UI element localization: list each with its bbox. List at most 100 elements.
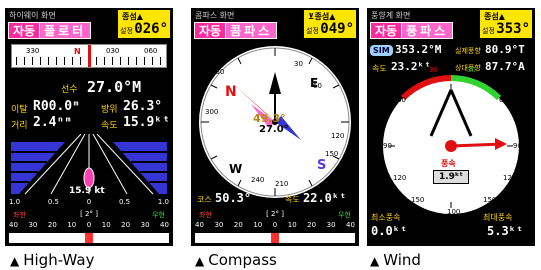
dial-tick: 150 (325, 150, 339, 158)
rudder-labels: 좌현 [ 2° ] 우현 (5, 210, 173, 220)
speed-value: 22.0ᵏᵗ (303, 191, 347, 205)
rudder-pointer (271, 233, 279, 243)
lane-scale-tick: 0 (86, 198, 92, 206)
needle-value-secondary: 27.0° (259, 124, 289, 135)
cardinal-s: S (317, 158, 327, 173)
rudder-angle: [ 2° ] (266, 210, 284, 218)
boat-icon (83, 167, 95, 189)
heading-value: 27.0°M (87, 78, 142, 96)
tape-tick-2: 030 (106, 47, 120, 55)
rudder-tick: 10 (101, 221, 111, 229)
set-value: 353° (496, 21, 530, 37)
lane-scale-tick: 1.0 (157, 198, 169, 206)
mode-tag: 자동 (371, 23, 403, 38)
mode-indicator[interactable]: 자동 콤파스 (194, 22, 278, 39)
real-dir-label: 실제풍향 (455, 47, 481, 55)
min-wind-label: 최소풍속 (371, 213, 401, 222)
rudder-tick: 30 (140, 221, 150, 229)
mode-indicator[interactable]: 자동 플로터 (8, 22, 92, 39)
rudder-tick: 30 (214, 221, 224, 229)
rudder-pointer (85, 233, 93, 243)
rudder-tick: 0 (272, 221, 278, 229)
wind-dial-tick: 30 (429, 66, 438, 74)
range-label: 거리 (11, 121, 28, 131)
lane-scale-tick: 0.5 (47, 198, 60, 206)
rudder-tick: 20 (47, 221, 57, 229)
set-label: 설정 (306, 27, 319, 35)
wind-dial-tick: 100 (447, 208, 461, 216)
sim-badge: SIM (370, 45, 393, 56)
bearing-label: 방위 (101, 105, 118, 115)
wind-dial-tick: 90 (383, 142, 392, 150)
wind-speed-value: 1.9ᵏᵗ (433, 170, 469, 184)
rudder-labels: 좌현 [ 2° ] 우현 (191, 210, 359, 220)
rudder-tick: 0 (86, 221, 92, 229)
caption-compass: ▲ Compass (195, 251, 277, 269)
triangle-icon: ▲ (10, 254, 20, 268)
rudder-tick: 20 (121, 221, 131, 229)
mode-tag: 자동 (195, 23, 227, 38)
caption-highway: ▲ High-Way (10, 251, 94, 269)
mode-indicator[interactable]: 자동 풍파스 (370, 22, 454, 39)
caption-compass-text: Compass (208, 251, 277, 269)
set-heading-box[interactable]: 종섬▲ 설정 353° (480, 10, 532, 38)
rudder-tick: 10 (253, 221, 263, 229)
wind-dial-tick: 120 (393, 174, 407, 182)
course-value: 50.3° (215, 191, 252, 205)
set-label: 설정 (120, 27, 133, 35)
tape-tick-n: N (74, 47, 81, 56)
speed-label: 속도 (285, 195, 300, 204)
wind-dial-tick: 60 (499, 96, 508, 104)
triangle-icon: ▲ (370, 254, 380, 268)
caption-wind: ▲ Wind (370, 251, 421, 269)
set-label: 설정 (482, 27, 495, 35)
screen-title: 풍향계 화면 (371, 11, 411, 20)
rel-dir-value: 87.7°A (485, 60, 525, 73)
wind-dial-tick: 90 (513, 142, 522, 150)
set-heading-box[interactable]: ⊻종섬▲ 설정 049° (304, 10, 356, 38)
dial-tick: 300 (205, 108, 219, 116)
set-value: 026° (134, 21, 168, 37)
max-wind-label: 최대풍속 (483, 213, 513, 222)
lane-scale: 1.0 0.5 0 0.5 1.0 (9, 198, 169, 206)
heading-label: 선수 (61, 85, 78, 95)
dial-tick: 240 (251, 176, 265, 184)
lane-scale-tick: 1.0 (9, 198, 21, 206)
rudder-tick: 40 (346, 221, 355, 229)
triangle-icon: ▲ (195, 254, 205, 268)
rudder-tick: 40 (9, 221, 18, 229)
rudder-scale: 40 30 20 10 0 10 20 30 40 (9, 221, 169, 231)
real-dir-value: 80.9°T (485, 43, 525, 56)
dial-tick: 210 (275, 180, 289, 188)
tape-marker (88, 45, 91, 67)
starboard-label: 우현 (152, 211, 165, 219)
right-lane-stripes (113, 142, 167, 194)
speed-label: 속도 (372, 64, 387, 73)
dial-tick: 60 (313, 82, 322, 90)
mode-tag: 자동 (9, 23, 41, 38)
wind-speed-label: 풍속 (441, 159, 456, 168)
set-heading-box[interactable]: 종섬▲ 설정 026° (118, 10, 170, 38)
speed-value: 23.2ᵏᵗ (391, 60, 431, 73)
distance-label: 이탈 (11, 105, 28, 115)
dial-tick: 120 (331, 132, 345, 140)
wind-dial-tick: 30 (467, 66, 476, 74)
rudder-scale: 40 30 20 10 0 10 20 30 40 (195, 221, 355, 231)
mode-name: 플로터 (44, 24, 87, 38)
rudder-tick: 10 (67, 221, 77, 229)
mode-name: 풍파스 (406, 24, 449, 38)
dial-tick: 330 (211, 68, 225, 76)
rudder-tick: 40 (195, 221, 204, 229)
wind-dial-tick: 60 (397, 96, 406, 104)
heading-value: 353.2°M (395, 43, 442, 56)
rudder-tick: 20 (307, 221, 317, 229)
min-wind-value: 0.0ᵏᵗ (371, 224, 408, 238)
wind-dial-tick: 150 (411, 196, 425, 204)
tape-tick-1: 330 (26, 47, 40, 55)
cardinal-n: N (225, 84, 237, 100)
max-wind-value: 5.3ᵏᵗ (487, 224, 524, 238)
screen-title: 하이웨이 화면 (9, 11, 56, 20)
wind-dial-tick: 120 (503, 174, 517, 182)
rudder-bar: 좌현 [ 2° ] 우현 40 30 20 10 0 10 20 30 40 (5, 210, 173, 246)
range-value: 2.4ⁿᵐ (33, 115, 73, 130)
